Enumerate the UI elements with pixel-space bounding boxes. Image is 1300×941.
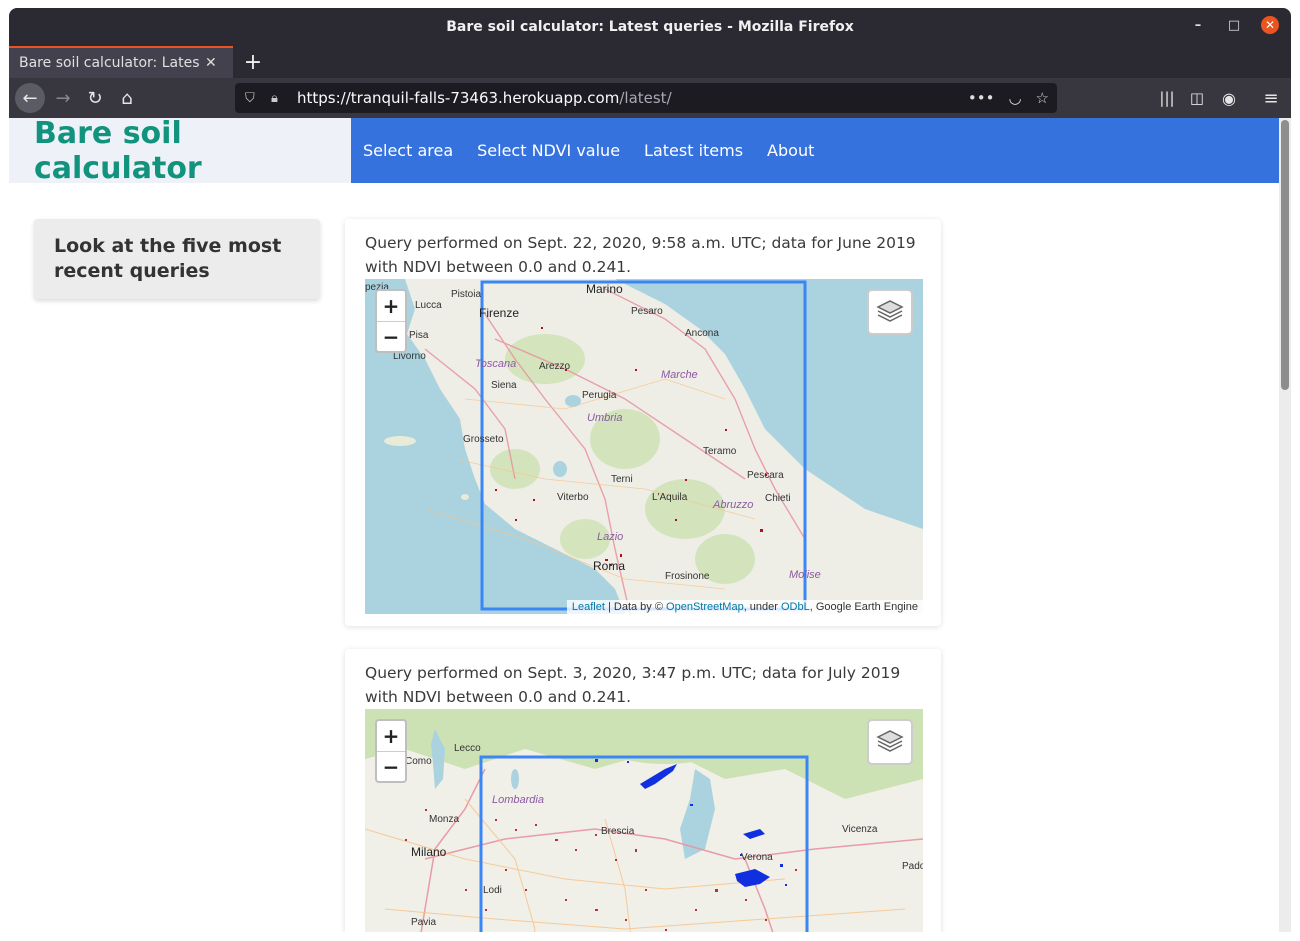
- minimize-icon[interactable]: –: [1189, 16, 1207, 34]
- place-label: Pisa: [409, 330, 429, 341]
- nav-select-area[interactable]: Select area: [363, 141, 453, 160]
- window-titlebar: Bare soil calculator: Latest queries - M…: [9, 8, 1291, 46]
- scrollbar-thumb[interactable]: [1281, 120, 1289, 390]
- layers-icon: [876, 730, 904, 752]
- navigation-toolbar: ← → ↻ ⌂ ⛉ 🔒︎ https://tranquil-falls-7346…: [9, 78, 1291, 118]
- map-tiles: [365, 279, 923, 614]
- place-label: Roma: [593, 559, 626, 573]
- place-label: Pavia: [411, 917, 437, 928]
- region-label: Marche: [661, 369, 698, 381]
- window-title: Bare soil calculator: Latest queries - M…: [446, 19, 854, 35]
- tab-bar: Bare soil calculator: Latest queries ✕ +: [9, 46, 1291, 78]
- account-icon[interactable]: ◉: [1217, 86, 1241, 110]
- region-label: Lombardia: [492, 794, 544, 806]
- zoom-in-button[interactable]: +: [377, 721, 405, 752]
- zoom-in-button[interactable]: +: [377, 291, 405, 322]
- maximize-icon[interactable]: □: [1225, 16, 1243, 34]
- place-label: Como: [405, 756, 432, 767]
- place-label: Teramo: [703, 446, 737, 457]
- region-label: Toscana: [475, 358, 517, 370]
- place-label: Grosseto: [463, 434, 504, 445]
- place-label: Terni: [611, 474, 633, 485]
- place-label: Lucca: [415, 300, 442, 311]
- sidebar-heading-box: Look at the five most recent queries: [34, 219, 320, 299]
- place-label: Chieti: [765, 493, 791, 504]
- url-text[interactable]: https://tranquil-falls-73463.herokuapp.c…: [297, 89, 672, 107]
- forward-icon[interactable]: →: [51, 86, 75, 110]
- site-brand[interactable]: Bare soil calculator: [9, 118, 351, 186]
- shield-icon[interactable]: ⛉: [245, 91, 255, 106]
- layers-control-button[interactable]: [867, 289, 913, 335]
- region-label: Abruzzo: [713, 499, 754, 511]
- place-label: Pistoia: [451, 289, 482, 300]
- nav-about[interactable]: About: [767, 141, 814, 160]
- site-nav: Select area Select NDVI value Latest ite…: [351, 118, 1279, 183]
- menu-icon[interactable]: ≡: [1259, 86, 1283, 110]
- odbl-link[interactable]: ODbL: [781, 601, 810, 613]
- leaflet-link[interactable]: Leaflet: [572, 601, 605, 613]
- place-label: Pescara: [747, 470, 784, 481]
- layers-icon: [876, 300, 904, 322]
- place-label: Padova: [902, 861, 923, 872]
- nav-latest-items[interactable]: Latest items: [644, 141, 743, 160]
- zoom-out-button[interactable]: −: [377, 322, 405, 352]
- pocket-icon[interactable]: ◡: [1008, 89, 1021, 107]
- back-icon[interactable]: ←: [15, 83, 45, 113]
- place-label: Viterbo: [557, 492, 589, 503]
- new-tab-icon[interactable]: +: [241, 50, 265, 75]
- sidebar-icon[interactable]: ◫: [1185, 86, 1209, 110]
- place-label: Marino: [586, 282, 623, 296]
- place-label: Verona: [741, 852, 773, 863]
- lock-icon[interactable]: 🔒︎: [271, 91, 278, 106]
- page-scrollbar[interactable]: [1279, 118, 1291, 932]
- place-label: Lecco: [454, 743, 481, 754]
- region-label: Molise: [789, 569, 821, 581]
- reload-icon[interactable]: ↻: [83, 86, 107, 110]
- query-description: Query performed on Sept. 3, 2020, 3:47 p…: [365, 664, 901, 706]
- layers-control-button[interactable]: [867, 719, 913, 765]
- place-label: Ancona: [685, 328, 719, 339]
- place-label: Firenze: [479, 306, 520, 320]
- place-label: Siena: [491, 380, 517, 391]
- osm-link[interactable]: OpenStreetMap: [666, 601, 744, 613]
- library-icon[interactable]: |||: [1155, 86, 1179, 110]
- url-bar[interactable]: ⛉ 🔒︎ https://tranquil-falls-73463.heroku…: [235, 83, 1057, 113]
- query-map[interactable]: pezia Marino Pistoia Lucca Firenze Pesar…: [365, 279, 923, 614]
- place-label: Frosinone: [665, 571, 710, 582]
- close-icon[interactable]: ✕: [1261, 16, 1279, 34]
- zoom-out-button[interactable]: −: [377, 752, 405, 782]
- query-description: Query performed on Sept. 22, 2020, 9:58 …: [365, 234, 916, 276]
- query-card: Query performed on Sept. 22, 2020, 9:58 …: [345, 219, 941, 626]
- place-label: Monza: [429, 814, 460, 825]
- tab-close-icon[interactable]: ✕: [205, 55, 217, 71]
- place-label: Lodi: [483, 885, 502, 896]
- place-label: Pesaro: [631, 306, 663, 317]
- home-icon[interactable]: ⌂: [115, 86, 139, 110]
- region-label: Lazio: [597, 531, 624, 543]
- query-card: Query performed on Sept. 3, 2020, 3:47 p…: [345, 649, 941, 932]
- bookmark-star-icon[interactable]: ☆: [1036, 89, 1049, 107]
- sidebar-heading: Look at the five most recent queries: [54, 235, 282, 282]
- page-viewport: Bare soil calculator Select area Select …: [9, 118, 1279, 932]
- place-label: Perugia: [582, 390, 617, 401]
- place-label: Vicenza: [842, 824, 878, 835]
- nav-select-ndvi[interactable]: Select NDVI value: [477, 141, 620, 160]
- tab-title: Bare soil calculator: Latest queries: [19, 55, 199, 71]
- site-header: Bare soil calculator Select area Select …: [9, 118, 1279, 186]
- place-label: Arezzo: [539, 361, 571, 372]
- tab-active[interactable]: Bare soil calculator: Latest queries ✕: [9, 46, 233, 78]
- page-actions-icon[interactable]: •••: [968, 89, 995, 107]
- region-label: Umbria: [587, 412, 623, 424]
- map-attribution: Leaflet | Data by © OpenStreetMap, under…: [566, 600, 923, 614]
- place-label: Milano: [411, 845, 447, 859]
- zoom-control: + −: [375, 289, 407, 353]
- zoom-control: + −: [375, 719, 407, 783]
- place-label: Brescia: [601, 826, 635, 837]
- query-map[interactable]: Lecco Como Lombardia Monza Brescia Vicen…: [365, 709, 923, 932]
- place-label: L'Aquila: [652, 492, 688, 503]
